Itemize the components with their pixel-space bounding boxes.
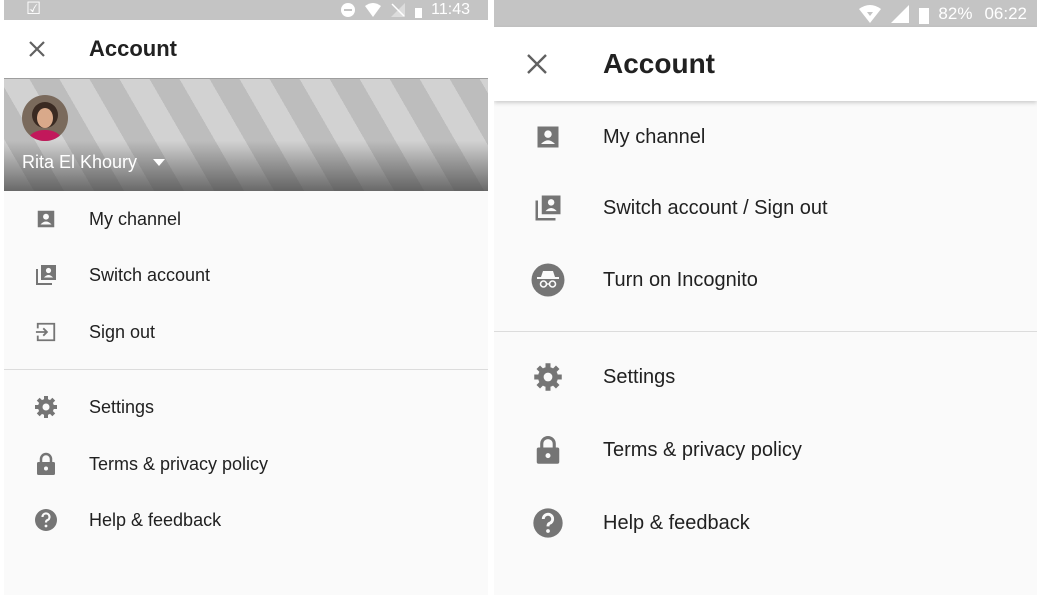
incognito-icon — [530, 262, 566, 298]
divider — [4, 369, 488, 370]
account-box-icon — [530, 119, 566, 155]
left-screenshot: ☑ 11:43 Account Rita El Khoury My channe… — [4, 0, 488, 595]
switch-account-icon — [530, 190, 566, 226]
menu-item-sign-out[interactable]: Sign out — [4, 304, 488, 360]
dropdown-arrow-icon — [153, 159, 166, 166]
menu-item-my-channel[interactable]: My channel — [4, 191, 488, 247]
menu-label: Terms & privacy policy — [603, 438, 802, 461]
switch-account-icon — [32, 261, 60, 289]
menu-item-switch-account-sign-out[interactable]: Switch account / Sign out — [494, 172, 1037, 244]
help-icon — [530, 505, 566, 541]
account-header: Rita El Khoury — [4, 78, 488, 191]
menu-label: Sign out — [89, 321, 156, 342]
menu-item-terms-privacy[interactable]: Terms & privacy policy — [494, 414, 1037, 486]
gear-icon — [530, 359, 566, 395]
menu-item-my-channel[interactable]: My channel — [494, 101, 1037, 173]
lock-icon — [32, 450, 60, 478]
account-switcher[interactable]: Rita El Khoury — [22, 152, 166, 173]
menu-label: Switch account / Sign out — [603, 196, 828, 219]
close-icon[interactable] — [24, 36, 50, 62]
battery-icon — [414, 3, 423, 18]
close-icon[interactable] — [522, 49, 552, 79]
menu-label: Switch account — [89, 264, 211, 285]
status-bar: ☑ 11:43 — [4, 0, 488, 20]
menu-label: Help & feedback — [603, 511, 750, 534]
status-time: 06:22 — [984, 3, 1027, 23]
avatar[interactable] — [22, 95, 68, 141]
signal-icon — [890, 4, 910, 24]
menu-item-help-feedback[interactable]: Help & feedback — [494, 487, 1037, 559]
menu-item-help-feedback[interactable]: Help & feedback — [4, 492, 488, 548]
help-icon — [32, 506, 60, 534]
battery-percent: 82% — [938, 3, 973, 23]
divider — [494, 331, 1037, 332]
menu-label: Turn on Incognito — [603, 268, 758, 291]
menu-label: Settings — [603, 365, 676, 388]
wifi-icon — [364, 2, 382, 18]
account-box-icon — [32, 205, 60, 233]
menu-label: My channel — [603, 125, 706, 148]
account-name: Rita El Khoury — [22, 152, 138, 172]
battery-icon — [918, 4, 930, 24]
no-signal-icon — [390, 2, 406, 18]
menu-item-switch-account[interactable]: Switch account — [4, 247, 488, 303]
menu-item-settings[interactable]: Settings — [4, 379, 488, 435]
menu-label: My channel — [89, 208, 182, 229]
status-bar: 82% 06:22 — [494, 0, 1037, 27]
page-title: Account — [89, 36, 177, 61]
exit-icon — [32, 318, 60, 346]
gear-icon — [32, 393, 60, 421]
menu-label: Settings — [89, 396, 155, 417]
wifi-icon — [858, 4, 882, 24]
status-time: 11:43 — [431, 1, 470, 18]
menu-label: Terms & privacy policy — [89, 453, 269, 474]
page-title: Account — [603, 48, 715, 79]
right-screenshot: 82% 06:22 Account My channel Switch acco… — [494, 0, 1037, 595]
app-bar: Account — [494, 27, 1037, 101]
menu-item-settings[interactable]: Settings — [494, 341, 1037, 413]
menu-item-terms-privacy[interactable]: Terms & privacy policy — [4, 436, 488, 492]
dnd-icon — [340, 2, 356, 18]
app-bar: Account — [4, 20, 488, 78]
lock-icon — [530, 432, 566, 468]
menu-item-incognito[interactable]: Turn on Incognito — [494, 244, 1037, 316]
menu-label: Help & feedback — [89, 509, 222, 530]
task-check-icon: ☑ — [26, 0, 42, 18]
